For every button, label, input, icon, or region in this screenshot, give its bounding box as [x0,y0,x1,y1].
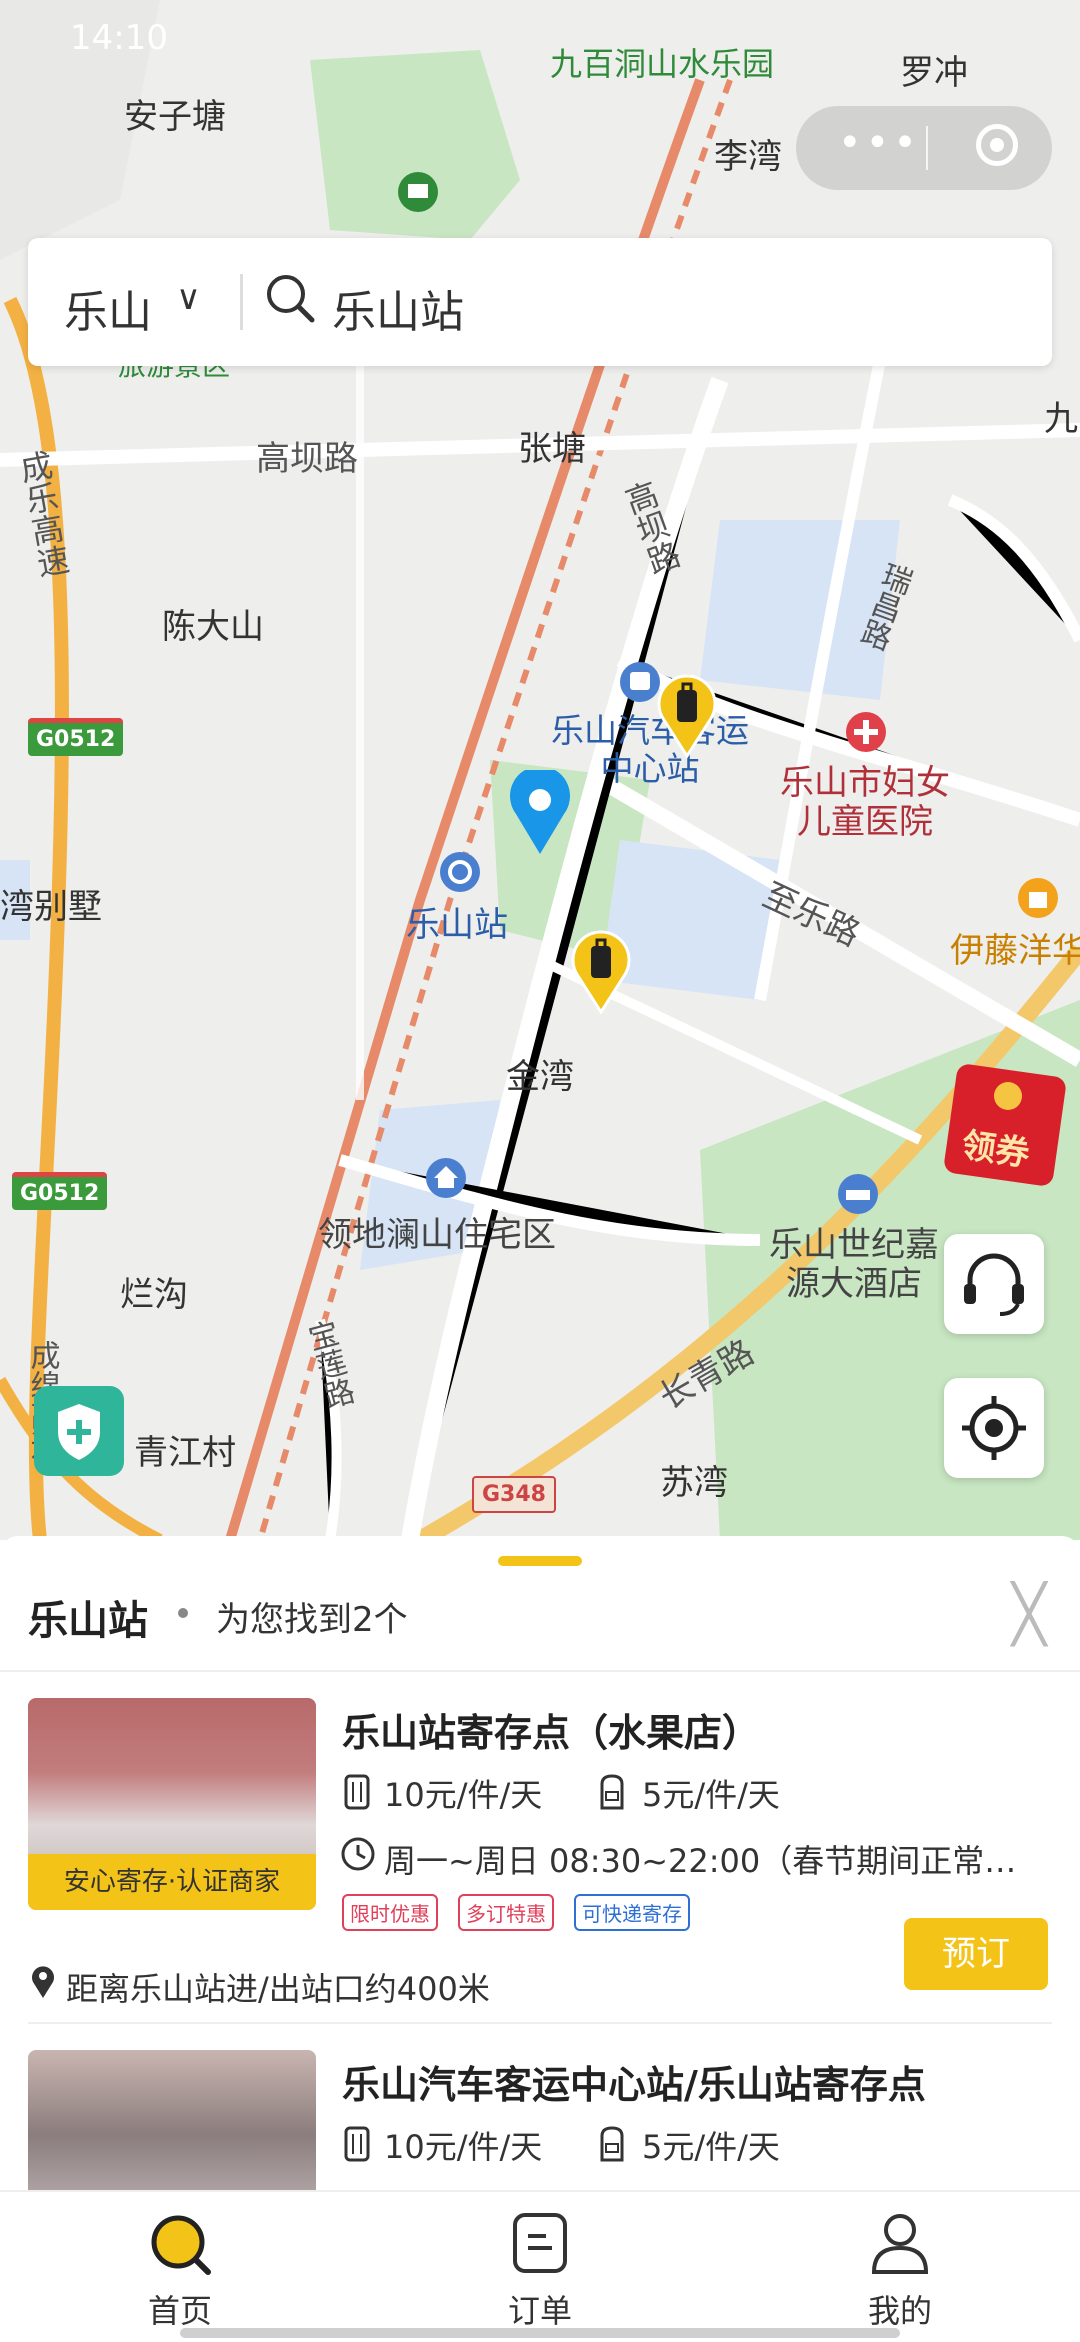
suitcase-icon [344,1774,370,1810]
map-label: 安子塘 [124,97,226,137]
price-small: 5元/件/天 [642,1776,780,1814]
locate-me-button[interactable] [944,1378,1044,1478]
results-count: 为您找到2个 [216,1600,408,1640]
map-label: 九 [1044,399,1078,439]
highway-shield: G0512 [28,718,124,756]
customer-service-button[interactable] [944,1234,1044,1334]
highway-shield: G348 [472,1476,556,1513]
book-button[interactable]: 预订 [904,1918,1048,1990]
tab-bar: 首页 订单 我的 [0,2190,1080,2342]
results-title: 乐山站 [28,1598,148,1644]
divider [0,1670,1080,1672]
city-selector[interactable]: 乐山 [64,276,152,340]
storage-name: 乐山汽车客运中心站/乐山站寄存点 [342,2063,926,2107]
price-large: 10元/件/天 [384,2128,543,2166]
park-icon [398,172,438,212]
map-poi-hospital[interactable]: 乐山市妇女儿童医院 [770,763,960,842]
chevron-down-icon[interactable]: ∨ [176,278,201,318]
map-label: 陈大山 [162,607,264,647]
hotel-icon [838,1174,878,1214]
certified-badge: 安心寄存·认证商家 [28,1854,316,1910]
map-label: 烂沟 [120,1275,188,1315]
divider [28,2022,1052,2024]
tag-multi-discount: 多订特惠 [458,1894,554,1931]
location-icon [32,1966,54,1998]
map-poi-station[interactable]: 乐山站 [406,905,508,945]
price-large: 10元/件/天 [384,1776,543,1814]
luggage-marker[interactable] [570,928,632,1014]
search-divider [240,274,243,330]
tab-home-label: 首页 [147,2292,212,2330]
status-time: 14:10 [70,18,168,58]
tag-express-storage: 可快递寄存 [574,1894,690,1931]
highway-shield: G0512 [12,1172,108,1210]
map-label: 罗冲 [900,53,968,93]
search-icon [267,275,315,323]
storage-thumbnail: 安心寄存·认证商家 [28,1698,316,1910]
miniprogram-capsule: ••• [796,106,1052,190]
map-label: 九百洞山水乐园 [550,45,775,83]
price-small: 5元/件/天 [642,2128,780,2166]
locate-icon [962,1396,1026,1460]
backpack-icon [600,1774,624,1810]
shield-plus-icon [58,1404,100,1460]
storage-card[interactable]: 安心寄存·认证商家 乐山站寄存点（水果店） 10元/件/天 5元/件/天 周一~… [0,1698,1080,2018]
search-input[interactable]: 乐山站 [332,276,464,340]
home-indicator [180,2328,900,2338]
envelope-seal [994,1082,1022,1110]
train-station-icon [440,852,480,892]
coupon-label: 领券 [959,1125,1032,1175]
clock-icon [341,1837,375,1871]
tab-orders-label: 订单 [507,2292,572,2330]
map-label: 李湾 [714,137,782,177]
tag-limited-offer: 限时优惠 [342,1894,438,1931]
shopping-icon [1018,878,1058,918]
map-poi-lingdi[interactable]: 领地澜山住宅区 [318,1215,556,1255]
capsule-divider [926,126,928,170]
close-miniprogram-icon[interactable] [976,124,1018,166]
separator-dot [178,1608,188,1618]
backpack-icon [600,2126,624,2162]
more-icon[interactable]: ••• [838,120,921,166]
map-label: 高坝路 [256,439,358,479]
map-poi-hotel[interactable]: 乐山世纪嘉源大酒店 [764,1225,944,1304]
map-label: 青江村 [134,1433,236,1473]
storage-card[interactable]: 乐山汽车客运中心站/乐山站寄存点 10元/件/天 5元/件/天 [0,2050,1080,2262]
residential-icon [426,1158,466,1198]
luggage-marker[interactable] [656,672,718,758]
orders-icon [513,2213,567,2273]
user-icon [871,2214,929,2274]
search-home-icon [151,2215,211,2275]
map-view[interactable]: 14:10 安子塘 九百洞山水乐园 罗冲 李湾 旅游景区 高坝路 张塘 九 成乐… [0,0,1080,1540]
tab-mine-label: 我的 [867,2292,932,2330]
headset-icon [964,1253,1024,1316]
coupon-button[interactable]: 领券 [942,1062,1070,1190]
insurance-button[interactable] [34,1386,124,1476]
storage-name: 乐山站寄存点（水果店） [342,1711,761,1755]
location-pin-icon[interactable] [508,770,572,856]
suitcase-icon [344,2126,370,2162]
map-poi-bus-center[interactable]: 乐山汽车客运中心站 [550,712,750,788]
map-label: 湾别墅 [0,887,102,927]
map-poi-ito[interactable]: 伊藤洋华 [950,931,1080,971]
search-bar: 乐山 ∨ 乐山站 [28,238,1052,366]
map-label: 金湾 [506,1057,574,1097]
sheet-handle[interactable] [498,1556,582,1566]
map-label: 苏湾 [660,1463,728,1503]
map-label: 张塘 [518,429,586,469]
results-sheet: 乐山站 为您找到2个 ╳ 安心寄存·认证商家 乐山站寄存点（水果店） 10元/件… [0,1536,1080,2262]
hospital-icon [846,712,886,752]
business-hours: 周一~周日 08:30~22:00（春节期间正常营业） [384,1842,1044,1880]
close-icon[interactable]: ╳ [1012,1582,1046,1647]
distance-text: 距离乐山站进/出站口约400米 [66,1970,490,2008]
